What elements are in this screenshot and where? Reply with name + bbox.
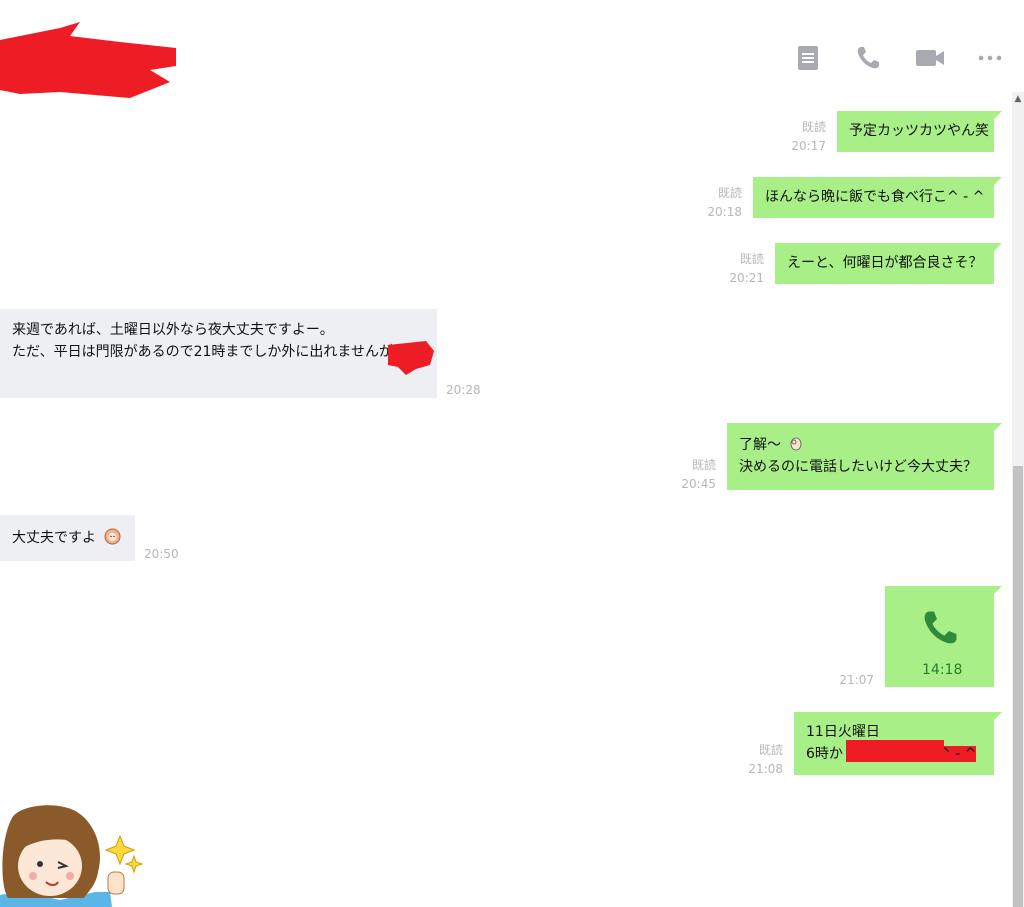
message-bubble-sent[interactable]: えーと、何曜日が都合良さそ？ xyxy=(775,243,1002,284)
message-bubble-sent[interactable]: ほんなら晩に飯でも食べ行こ^ - ^ xyxy=(753,177,1002,218)
message-time: 21:07 xyxy=(839,673,874,687)
smiling-face-emoji-icon xyxy=(104,528,121,545)
call-bubble[interactable]: 14:18 xyxy=(885,586,1002,687)
message-time: 20:50 xyxy=(144,547,179,561)
phone-icon[interactable] xyxy=(854,44,882,72)
notes-icon[interactable] xyxy=(794,44,822,72)
redacted-contact-name xyxy=(0,22,176,98)
message-bubble-received[interactable]: 来週であれば、土曜日以外なら夜大丈夫ですよー。 ただ、平日は門限があるので21時… xyxy=(0,309,437,398)
message-meta: 既読 21:08 xyxy=(748,743,783,776)
scroll-up-arrow-icon[interactable]: ▲ xyxy=(1012,92,1024,106)
message-bubble-received[interactable]: 大丈夫ですよ xyxy=(0,515,135,561)
message-bubble-sent[interactable]: 予定カッツカツやん笑 xyxy=(837,111,1002,152)
message-bubble-sent[interactable]: 了解〜 決めるのに電話したいけど今大丈夫？ xyxy=(727,423,1002,490)
message-text: 了解〜 xyxy=(739,437,781,453)
scrollbar-thumb[interactable] xyxy=(1013,466,1023,907)
message-text: 決めるのに電話したいけど今大丈夫？ xyxy=(739,459,977,475)
ok-hand-emoji-icon xyxy=(791,437,802,451)
message-text: ほんなら晩に飯でも食べ行こ^ - ^ xyxy=(765,189,985,205)
message-meta: 既読 20:18 xyxy=(707,186,742,219)
message-text: 6時か xyxy=(806,746,843,762)
redacted-text xyxy=(846,740,944,762)
girl-thumbs-up-sticker xyxy=(0,805,144,907)
message-text: 大丈夫ですよ xyxy=(12,530,96,546)
call-duration: 14:18 xyxy=(922,662,963,678)
message-text: ^ - ^ xyxy=(938,746,977,762)
chat-header xyxy=(0,0,1024,98)
redacted-emoji xyxy=(388,341,434,375)
message-meta: 既読 20:21 xyxy=(729,252,764,285)
message-text: 来週であれば、土曜日以外なら夜大丈夫ですよー。 xyxy=(12,322,334,338)
video-icon[interactable] xyxy=(914,44,944,72)
message-meta: 既読 20:17 xyxy=(791,120,826,153)
message-text: 予定カッツカツやん笑 xyxy=(849,123,989,139)
message-text: えーと、何曜日が都合良さそ？ xyxy=(787,255,983,271)
more-icon[interactable] xyxy=(976,44,1004,72)
message-text: ただ、平日は門限があるので21時までしか外に出れませんが xyxy=(12,344,393,360)
phone-call-icon xyxy=(924,611,957,644)
message-meta: 既読 20:45 xyxy=(681,458,716,491)
message-time: 20:28 xyxy=(446,383,481,397)
